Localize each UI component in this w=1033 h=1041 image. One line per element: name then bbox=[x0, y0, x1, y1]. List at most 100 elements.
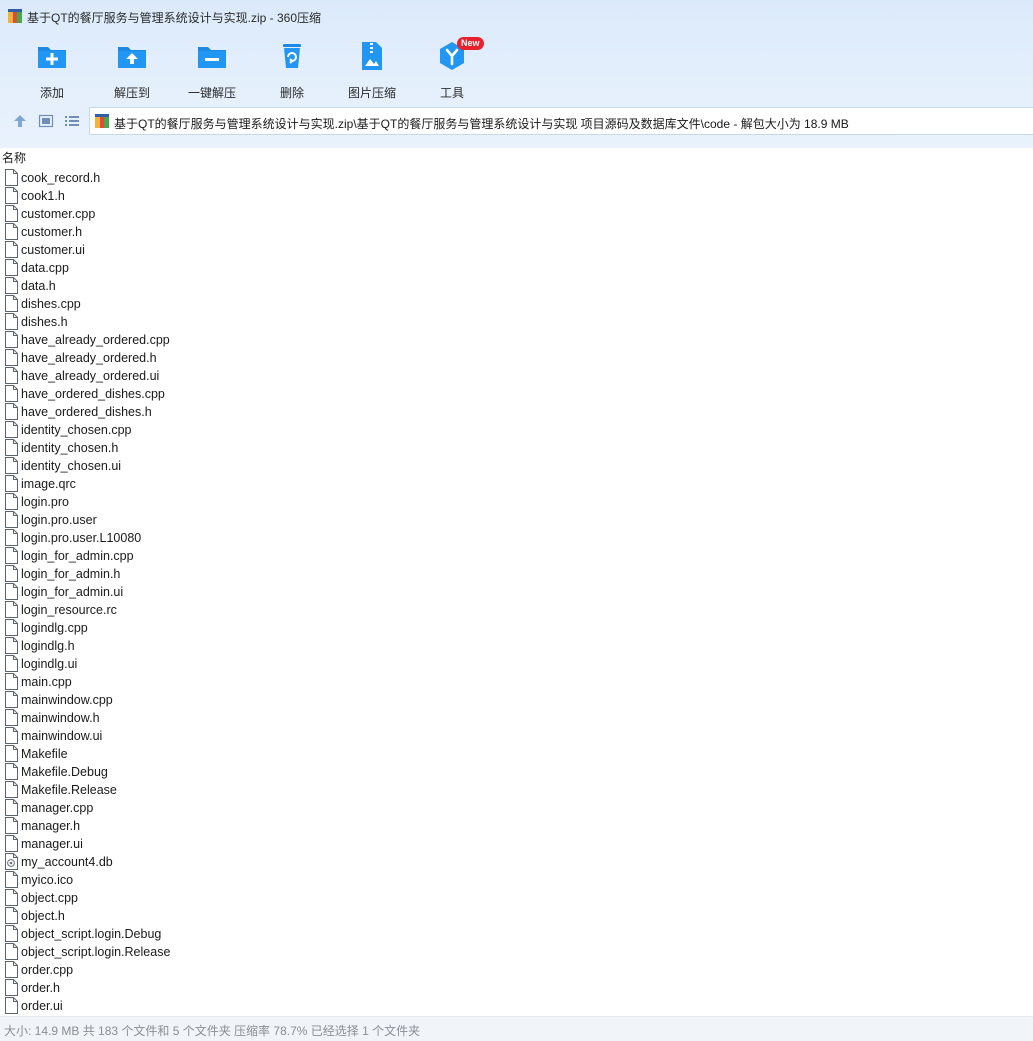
file-name: logindlg.cpp bbox=[21, 621, 88, 635]
title-bar: 基于QT的餐厅服务与管理系统设计与实现.zip - 360压缩 bbox=[0, 0, 1033, 32]
file-name: manager.h bbox=[21, 819, 81, 833]
file-icon bbox=[5, 565, 18, 582]
image-compress-button[interactable]: 图片压缩 bbox=[332, 38, 412, 100]
file-row[interactable]: object_script.login.Debug bbox=[0, 925, 1033, 943]
file-icon bbox=[5, 727, 18, 744]
file-row[interactable]: logindlg.ui bbox=[0, 655, 1033, 673]
file-row[interactable]: cook_record.h bbox=[0, 169, 1033, 187]
file-row[interactable]: manager.h bbox=[0, 817, 1033, 835]
file-row[interactable]: dishes.cpp bbox=[0, 295, 1033, 313]
file-icon bbox=[5, 421, 18, 438]
file-icon bbox=[5, 673, 18, 690]
file-icon bbox=[5, 385, 18, 402]
file-row[interactable]: object.h bbox=[0, 907, 1033, 925]
add-button[interactable]: 添加 bbox=[12, 38, 92, 100]
thumbnail-view-icon[interactable] bbox=[38, 113, 54, 129]
file-row[interactable]: my_account4.db bbox=[0, 853, 1033, 871]
file-row[interactable]: customer.h bbox=[0, 223, 1033, 241]
file-name: mainwindow.ui bbox=[21, 729, 103, 743]
file-name: have_ordered_dishes.h bbox=[21, 405, 152, 419]
file-row[interactable]: customer.ui bbox=[0, 241, 1033, 259]
file-row[interactable]: login_for_admin.cpp bbox=[0, 547, 1033, 565]
address-bar[interactable]: 基于QT的餐厅服务与管理系统设计与实现.zip\基于QT的餐厅服务与管理系统设计… bbox=[89, 107, 1033, 135]
one-click-extract-button[interactable]: 一键解压 bbox=[172, 38, 252, 100]
file-name: object_script.login.Release bbox=[21, 945, 171, 959]
file-row[interactable]: identity_chosen.cpp bbox=[0, 421, 1033, 439]
file-name: have_already_ordered.ui bbox=[21, 369, 160, 383]
file-row[interactable]: data.cpp bbox=[0, 259, 1033, 277]
file-name: logindlg.h bbox=[21, 639, 75, 653]
file-name: customer.h bbox=[21, 225, 83, 239]
file-row[interactable]: login.pro.user bbox=[0, 511, 1033, 529]
file-name: identity_chosen.h bbox=[21, 441, 119, 455]
file-row[interactable]: manager.ui bbox=[0, 835, 1033, 853]
file-row[interactable]: Makefile.Debug bbox=[0, 763, 1033, 781]
file-row[interactable]: have_already_ordered.cpp bbox=[0, 331, 1033, 349]
file-icon bbox=[5, 799, 18, 816]
file-name: login_for_admin.cpp bbox=[21, 549, 134, 563]
file-name: customer.ui bbox=[21, 243, 85, 257]
delete-label: 删除 bbox=[279, 86, 304, 100]
file-row[interactable]: login.pro.user.L10080 bbox=[0, 529, 1033, 547]
file-row[interactable]: logindlg.h bbox=[0, 637, 1033, 655]
list-view-icon[interactable] bbox=[64, 113, 80, 129]
file-name: object_script.login.Debug bbox=[21, 927, 162, 941]
file-row[interactable]: mainwindow.h bbox=[0, 709, 1033, 727]
file-row[interactable]: identity_chosen.h bbox=[0, 439, 1033, 457]
extract-to-button[interactable]: 解压到 bbox=[92, 38, 172, 100]
window-title: 基于QT的餐厅服务与管理系统设计与实现.zip - 360压缩 bbox=[27, 11, 322, 25]
delete-button[interactable]: 删除 bbox=[252, 38, 332, 100]
file-row[interactable]: order.h bbox=[0, 979, 1033, 997]
file-row[interactable]: data.h bbox=[0, 277, 1033, 295]
file-name: order.ui bbox=[21, 999, 63, 1013]
file-row[interactable]: manager.cpp bbox=[0, 799, 1033, 817]
file-icon bbox=[5, 817, 18, 834]
file-icon bbox=[5, 601, 18, 618]
file-icon bbox=[5, 943, 18, 960]
file-row[interactable]: myico.ico bbox=[0, 871, 1033, 889]
file-row[interactable]: login_for_admin.ui bbox=[0, 583, 1033, 601]
file-name: main.cpp bbox=[21, 675, 72, 689]
file-row[interactable]: image.qrc bbox=[0, 475, 1033, 493]
file-list[interactable]: cook_record.h cook1.h customer.cpp customer… bbox=[0, 169, 1033, 1016]
file-icon bbox=[5, 781, 18, 798]
file-row[interactable]: login.pro bbox=[0, 493, 1033, 511]
column-header-name[interactable]: 名称 bbox=[2, 149, 26, 166]
file-row[interactable]: mainwindow.ui bbox=[0, 727, 1033, 745]
file-row[interactable]: Makefile.Release bbox=[0, 781, 1033, 799]
archive-icon bbox=[95, 114, 109, 128]
file-icon bbox=[5, 457, 18, 474]
file-row[interactable]: customer.cpp bbox=[0, 205, 1033, 223]
up-arrow-icon[interactable] bbox=[12, 113, 28, 129]
file-row[interactable]: have_ordered_dishes.h bbox=[0, 403, 1033, 421]
status-text: 大小: 14.9 MB 共 183 个文件和 5 个文件夹 压缩率 78.7% … bbox=[4, 1024, 421, 1038]
file-row[interactable]: cook1.h bbox=[0, 187, 1033, 205]
address-path: 基于QT的餐厅服务与管理系统设计与实现.zip\基于QT的餐厅服务与管理系统设计… bbox=[114, 117, 849, 131]
status-bar: 大小: 14.9 MB 共 183 个文件和 5 个文件夹 压缩率 78.7% … bbox=[0, 1016, 1033, 1041]
file-row[interactable]: order.ui bbox=[0, 997, 1033, 1015]
file-row[interactable]: logindlg.cpp bbox=[0, 619, 1033, 637]
file-row[interactable]: login_for_admin.h bbox=[0, 565, 1033, 583]
tools-button[interactable]: New 工具 bbox=[412, 37, 492, 100]
extract-to-label: 解压到 bbox=[113, 86, 150, 100]
file-icon bbox=[5, 871, 18, 888]
file-row[interactable]: mainwindow.cpp bbox=[0, 691, 1033, 709]
file-row[interactable]: have_already_ordered.ui bbox=[0, 367, 1033, 385]
file-name: mainwindow.cpp bbox=[21, 693, 113, 707]
file-icon bbox=[5, 331, 18, 348]
file-row[interactable]: identity_chosen.ui bbox=[0, 457, 1033, 475]
window-chrome: 基于QT的餐厅服务与管理系统设计与实现.zip - 360压缩 添加 解压到 一… bbox=[0, 0, 1033, 148]
file-row[interactable]: main.cpp bbox=[0, 673, 1033, 691]
file-name: login_for_admin.ui bbox=[21, 585, 124, 599]
file-row[interactable]: dishes.h bbox=[0, 313, 1033, 331]
file-name: login.pro.user bbox=[21, 513, 97, 527]
file-name: login_for_admin.h bbox=[21, 567, 121, 581]
file-name: object.cpp bbox=[21, 891, 78, 905]
file-row[interactable]: order.cpp bbox=[0, 961, 1033, 979]
file-row[interactable]: object_script.login.Release bbox=[0, 943, 1033, 961]
file-row[interactable]: login_resource.rc bbox=[0, 601, 1033, 619]
file-row[interactable]: have_already_ordered.h bbox=[0, 349, 1033, 367]
file-row[interactable]: Makefile bbox=[0, 745, 1033, 763]
file-row[interactable]: object.cpp bbox=[0, 889, 1033, 907]
file-row[interactable]: have_ordered_dishes.cpp bbox=[0, 385, 1033, 403]
